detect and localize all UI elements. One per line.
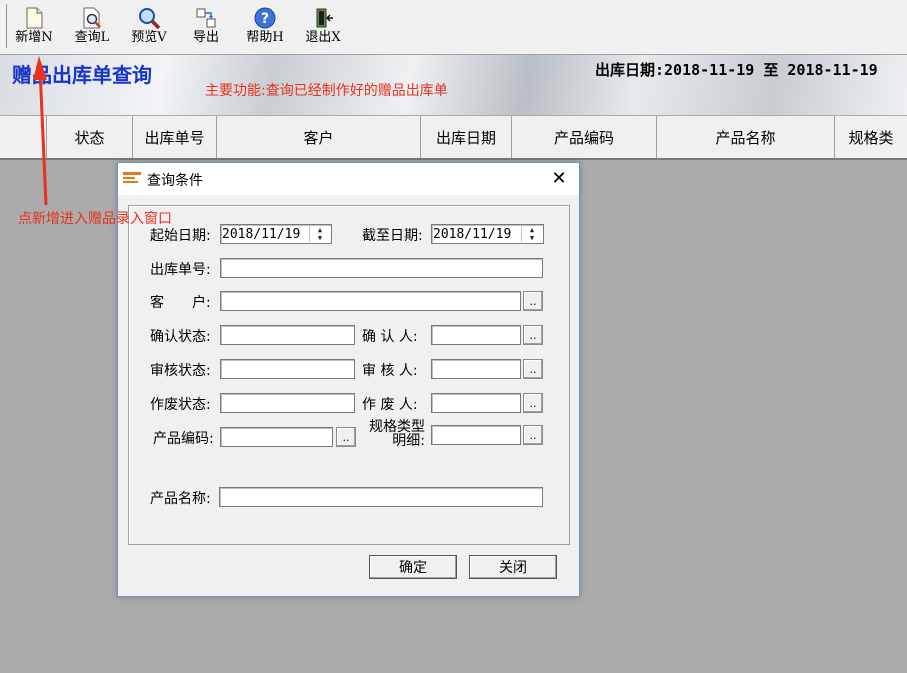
query-icon [83,7,101,29]
column-status[interactable]: 状态 [47,116,133,158]
product-name-label: 产品名称: [150,491,211,507]
app-logo-icon [123,172,141,183]
close-icon[interactable]: ✕ [547,167,571,191]
voider-lookup-button[interactable]: .. [523,393,543,413]
dialog-titlebar[interactable]: 查询条件 ✕ [118,163,579,195]
customer-input[interactable] [220,291,521,311]
spec-lookup-button[interactable]: .. [523,425,543,445]
ok-button[interactable]: 确定 [369,555,457,579]
product-code-input[interactable] [220,427,333,447]
toolbar-help-label: 帮助H [246,30,284,45]
spec-label-line2: 明细: [392,433,425,449]
dialog-title: 查询条件 [147,173,203,189]
toolbar-new-button[interactable]: 新增N [8,4,60,50]
auditor-lookup-button[interactable]: .. [523,359,543,379]
export-icon [196,8,216,28]
audit-status-input[interactable] [220,359,355,379]
feature-note: 主要功能:查询已经制作好的赠品出库单 [205,83,448,99]
end-date-value: 2018/11/19 [433,227,512,242]
banner: 赠品出库单查询 出库日期:2018-11-19 至 2018-11-19 主要功… [0,55,907,115]
annotation-text: 点新增进入赠品录入窗口 [18,211,172,227]
void-status-input[interactable] [220,393,355,413]
customer-label: 客 户: [150,295,211,311]
close-button[interactable]: 关闭 [469,555,557,579]
product-code-lookup-button[interactable]: .. [336,427,356,447]
voider-input[interactable] [431,393,521,413]
column-spec[interactable]: 规格类 [835,116,907,158]
confirmer-input[interactable] [431,325,521,345]
order-no-label: 出库单号: [150,262,211,278]
svg-text:?: ? [261,11,269,27]
toolbar-query-button[interactable]: 查询L [66,4,118,50]
spec-input[interactable] [431,425,521,445]
end-date-spinner[interactable]: ▲ ▼ [521,226,542,242]
spin-down-icon[interactable]: ▼ [522,234,542,242]
spin-down-icon[interactable]: ▼ [310,234,330,242]
spin-up-icon[interactable]: ▲ [522,226,542,234]
customer-lookup-button[interactable]: .. [523,291,543,311]
audit-status-label: 审核状态: [150,363,211,379]
date-range: 出库日期:2018-11-19 至 2018-11-19 [595,61,878,79]
start-date-value: 2018/11/19 [222,227,301,242]
start-date-label: 起始日期: [150,228,211,244]
toolbar-export-label: 导出 [192,30,219,45]
voider-label: 作 废 人: [362,397,418,413]
confirm-status-label: 确认状态: [150,329,211,345]
spec-label: 规格类型 明细: [363,420,425,448]
confirm-status-input[interactable] [220,325,355,345]
column-product-name[interactable]: 产品名称 [657,116,835,158]
toolbar-help-button[interactable]: ? 帮助H [239,4,291,50]
toolbar-query-label: 查询L [74,30,110,45]
spin-up-icon[interactable]: ▲ [310,226,330,234]
column-order-no[interactable]: 出库单号 [133,116,217,158]
page-title: 赠品出库单查询 [12,63,152,87]
query-dialog: 查询条件 ✕ 起始日期: 2018/11/19 ▲ ▼ 截至日期: 2018/11… [117,162,580,597]
end-date-label: 截至日期: [362,228,423,244]
help-icon: ? [254,7,276,29]
order-no-input[interactable] [220,258,543,278]
confirmer-lookup-button[interactable]: .. [523,325,543,345]
toolbar-export-button[interactable]: 导出 [180,4,232,50]
product-code-label: 产品编码: [153,431,214,447]
void-status-label: 作废状态: [150,397,211,413]
toolbar: 新增N 查询L 预览V 导出 ? 帮助H 退出X [0,0,907,55]
column-product-code[interactable]: 产品编码 [512,116,657,158]
toolbar-grip [2,4,7,48]
toolbar-preview-label: 预览V [131,30,167,45]
new-file-icon [26,7,43,29]
start-date-spinner[interactable]: ▲ ▼ [309,226,330,242]
preview-magnifier-icon [139,8,161,30]
column-out-date[interactable]: 出库日期 [421,116,512,158]
toolbar-new-label: 新增N [15,30,53,45]
end-date-picker[interactable]: 2018/11/19 ▲ ▼ [431,224,544,244]
start-date-picker[interactable]: 2018/11/19 ▲ ▼ [220,224,332,244]
confirmer-label: 确 认 人: [362,329,418,345]
toolbar-exit-button[interactable]: 退出X [297,4,349,50]
column-customer[interactable]: 客户 [217,116,421,158]
toolbar-preview-button[interactable]: 预览V [123,4,175,50]
toolbar-exit-label: 退出X [305,30,341,45]
exit-door-icon [316,8,333,28]
product-name-input[interactable] [219,487,543,507]
grid-header: 状态 出库单号 客户 出库日期 产品编码 产品名称 规格类 [0,116,907,160]
auditor-label: 审 核 人: [362,363,418,379]
column-indicator[interactable] [0,116,47,158]
auditor-input[interactable] [431,359,521,379]
